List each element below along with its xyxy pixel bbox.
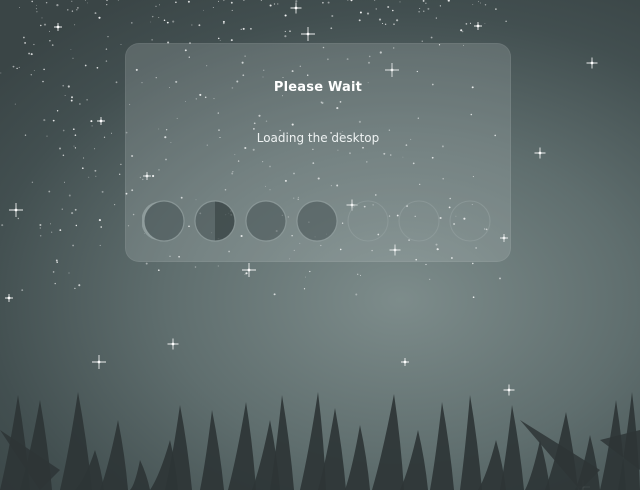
sparkle-star bbox=[5, 294, 13, 302]
sparkle-star bbox=[474, 22, 482, 30]
moon-phase-icon bbox=[296, 200, 338, 242]
moon-phase-icon bbox=[142, 200, 185, 242]
sparkle-star bbox=[54, 23, 62, 31]
sparkle-star bbox=[301, 27, 315, 41]
sparkle-star bbox=[92, 355, 106, 369]
moon-phase-icon bbox=[398, 200, 440, 242]
moon-phase-icon bbox=[347, 200, 389, 242]
splash-subtitle: Loading the desktop bbox=[256, 131, 380, 145]
moon-phase-icon bbox=[194, 200, 236, 242]
sparkle-star bbox=[242, 263, 256, 277]
sparkle-star bbox=[97, 117, 105, 125]
grass-silhouette bbox=[0, 392, 640, 490]
splash-title: Please Wait bbox=[273, 80, 363, 95]
sparkle-star bbox=[534, 147, 546, 159]
sparkle-star bbox=[167, 338, 179, 350]
sparkle-star bbox=[290, 2, 302, 14]
moon-phase-icon bbox=[449, 200, 491, 242]
moon-phase-icon bbox=[245, 200, 287, 242]
progress-indicator bbox=[142, 200, 491, 242]
sparkle-star bbox=[401, 358, 409, 366]
splash-panel: Please Wait Loading the desktop bbox=[125, 43, 511, 262]
sparkle-star bbox=[586, 57, 598, 69]
sparkle-star bbox=[9, 203, 23, 217]
sparkle-star bbox=[503, 384, 515, 396]
